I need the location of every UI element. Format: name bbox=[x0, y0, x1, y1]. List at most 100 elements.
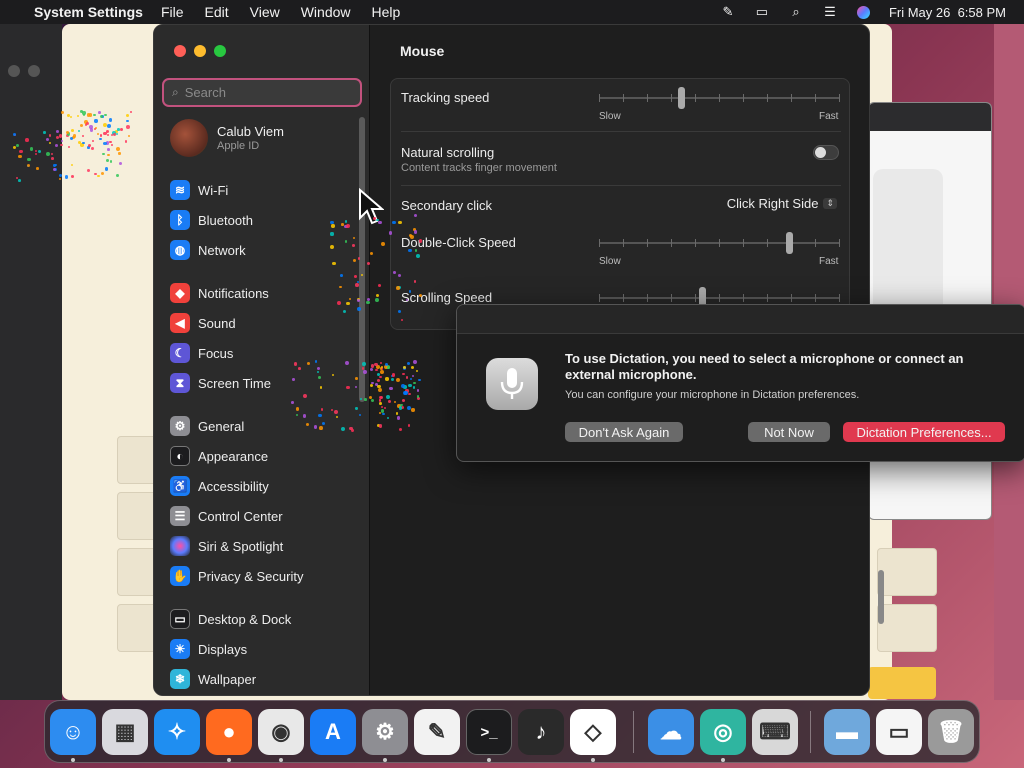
garageband-icon[interactable]: ♪ bbox=[518, 709, 564, 755]
trail-particle bbox=[37, 150, 41, 154]
tracking-speed-slider[interactable] bbox=[599, 87, 840, 109]
trail-particle bbox=[117, 128, 120, 131]
launchpad-icon[interactable]: ▦ bbox=[102, 709, 148, 755]
textedit-icon[interactable]: ✎ bbox=[414, 709, 460, 755]
window-icon[interactable]: ▭ bbox=[876, 709, 922, 755]
chrome-icon[interactable]: ◉ bbox=[258, 709, 304, 755]
app-menu[interactable]: System Settings bbox=[34, 4, 143, 20]
trail-particle bbox=[360, 273, 363, 276]
minimize-button[interactable] bbox=[194, 45, 206, 57]
trail-particle bbox=[416, 395, 420, 398]
sidebar-item-siri-spotlight[interactable]: Siri & Spotlight bbox=[170, 534, 283, 558]
trail-particle bbox=[115, 147, 120, 152]
not-now-button[interactable]: Not Now bbox=[748, 422, 830, 442]
slider-knob[interactable] bbox=[785, 232, 793, 254]
trail-particle bbox=[60, 110, 64, 115]
app-store-icon[interactable]: A bbox=[310, 709, 356, 755]
trail-particle bbox=[376, 372, 380, 377]
spotlight-search-icon[interactable]: ⌕ bbox=[787, 4, 805, 19]
menu-clock[interactable]: Fri May 26 6:58 PM bbox=[889, 5, 1006, 20]
trail-particle bbox=[369, 251, 373, 255]
dictation-preferences-button[interactable]: Dictation Preferences... bbox=[843, 422, 1005, 442]
firefox-icon[interactable]: ● bbox=[206, 709, 252, 755]
sidebar-item-desktop-dock[interactable]: ▭ Desktop & Dock bbox=[170, 607, 291, 631]
trail-particle bbox=[98, 110, 102, 114]
trail-particle bbox=[362, 361, 366, 366]
sidebar-item-notifications[interactable]: ◆ Notifications bbox=[170, 281, 269, 305]
running-indicator bbox=[591, 758, 595, 762]
sidebar-scrollbar[interactable] bbox=[359, 117, 365, 402]
trail-particle bbox=[107, 153, 110, 156]
dont-ask-again-button[interactable]: Don't Ask Again bbox=[565, 422, 683, 442]
slider-tick bbox=[719, 239, 720, 247]
trash-icon[interactable]: 🗑 bbox=[928, 709, 974, 755]
zoom-button[interactable] bbox=[214, 45, 226, 57]
system-settings-icon[interactable]: ⚙ bbox=[362, 709, 408, 755]
safari-icon[interactable]: ✧ bbox=[154, 709, 200, 755]
close-button[interactable] bbox=[174, 45, 186, 57]
trail-particle bbox=[354, 275, 358, 278]
folder-icon[interactable]: ▬ bbox=[824, 709, 870, 755]
sidebar-item-appearance[interactable]: ◐ Appearance bbox=[170, 444, 268, 468]
secondary-click-popup[interactable]: Click Right Side ⇕ bbox=[727, 196, 837, 211]
trail-particle bbox=[378, 220, 382, 225]
sun-icon: ☀ bbox=[170, 639, 190, 659]
screen-mirror-icon[interactable]: ▭ bbox=[753, 4, 771, 19]
double-click-speed-slider[interactable] bbox=[599, 232, 840, 254]
row-divider bbox=[401, 131, 841, 132]
siri-icon[interactable] bbox=[855, 5, 873, 19]
trail-particle bbox=[344, 220, 347, 223]
sidebar-item-wifi[interactable]: ≋ Wi-Fi bbox=[170, 178, 228, 202]
menu-edit[interactable]: Edit bbox=[205, 4, 229, 20]
trail-particle bbox=[320, 408, 324, 411]
gear-icon: ⚙ bbox=[170, 416, 190, 436]
sidebar-item-sound[interactable]: ◀ Sound bbox=[170, 311, 236, 335]
menu-window[interactable]: Window bbox=[301, 4, 351, 20]
vscode-icon[interactable]: ◇ bbox=[570, 709, 616, 755]
pen-icon[interactable]: ✎ bbox=[719, 4, 737, 19]
trail-particle bbox=[371, 381, 374, 384]
sidebar-item-accessibility[interactable]: ♿ Accessibility bbox=[170, 474, 269, 498]
apple-id-item[interactable]: Calub Viem Apple ID bbox=[170, 119, 284, 157]
sidebar-item-control-center[interactable]: ☰ Control Center bbox=[170, 504, 283, 528]
trail-particle bbox=[355, 407, 358, 410]
finder-icon[interactable]: ☺ bbox=[50, 709, 96, 755]
trail-particle bbox=[53, 164, 56, 167]
alert-title: To use Dictation, you need to select a m… bbox=[565, 351, 964, 382]
menu-file[interactable]: File bbox=[161, 4, 184, 20]
menu-view[interactable]: View bbox=[250, 4, 280, 20]
control-center-icon[interactable]: ☰ bbox=[821, 4, 839, 19]
keyboard-input-icon[interactable]: ⌨ bbox=[752, 709, 798, 755]
slider-tick bbox=[647, 239, 648, 247]
background-window-edge bbox=[0, 24, 62, 700]
trail-particle bbox=[60, 143, 63, 146]
sidebar-item-bluetooth[interactable]: ᛒ Bluetooth bbox=[170, 208, 253, 232]
trail-particle bbox=[317, 375, 321, 379]
background-button bbox=[868, 667, 936, 699]
scrolling-speed-label: Scrolling Speed bbox=[401, 290, 493, 305]
menu-help[interactable]: Help bbox=[372, 4, 401, 20]
terminal-icon[interactable]: >_ bbox=[466, 709, 512, 755]
slider-tick bbox=[743, 239, 744, 247]
app-icon[interactable]: ◎ bbox=[700, 709, 746, 755]
background-scrollbar[interactable] bbox=[878, 570, 884, 624]
search-field[interactable]: ⌕ Search bbox=[162, 78, 362, 107]
slider-tick bbox=[623, 239, 624, 247]
sidebar-item-general[interactable]: ⚙ General bbox=[170, 414, 244, 438]
trail-particle bbox=[319, 386, 323, 389]
trail-particle bbox=[340, 273, 344, 277]
trail-particle bbox=[25, 138, 29, 142]
slider-tick bbox=[599, 239, 600, 247]
weather-icon[interactable]: ☁ bbox=[648, 709, 694, 755]
trail-particle bbox=[102, 123, 107, 128]
sidebar-item-privacy-security[interactable]: ✋ Privacy & Security bbox=[170, 564, 303, 588]
slider-knob[interactable] bbox=[677, 87, 685, 109]
sidebar-item-label: Sound bbox=[198, 315, 236, 331]
sidebar-item-focus[interactable]: ☾ Focus bbox=[170, 341, 233, 365]
sidebar-item-wallpaper[interactable]: ❄ Wallpaper bbox=[170, 667, 256, 691]
sidebar-item-displays[interactable]: ☀ Displays bbox=[170, 637, 247, 661]
sidebar-item-network[interactable]: ◍ Network bbox=[170, 238, 246, 262]
natural-scrolling-toggle[interactable] bbox=[813, 145, 839, 160]
sidebar-item-screen-time[interactable]: ⧗ Screen Time bbox=[170, 371, 271, 395]
scrolling-speed-slider[interactable] bbox=[599, 287, 840, 309]
